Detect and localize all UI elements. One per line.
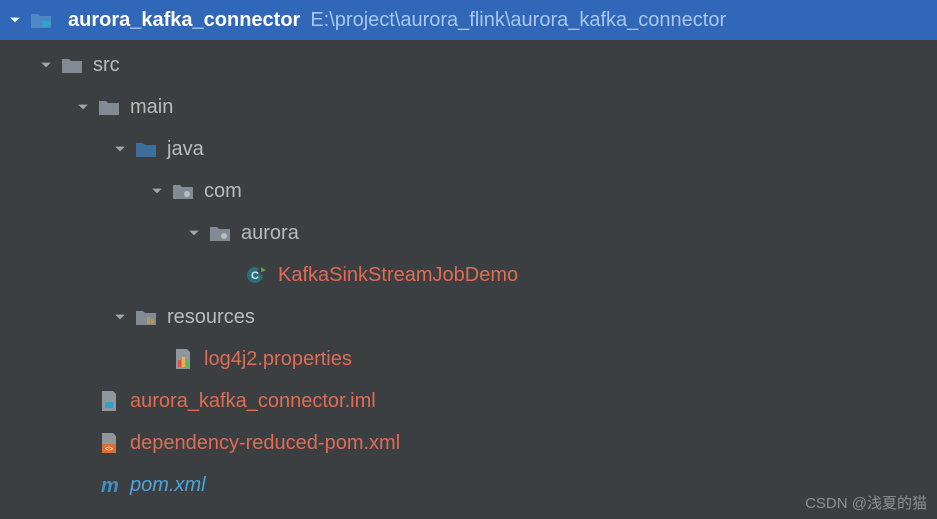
resources-folder-icon [133,306,159,328]
tree-node-com[interactable]: com [0,170,937,212]
node-label: dependency-reduced-pom.xml [130,432,400,455]
node-label: resources [167,306,255,329]
node-label: log4j2.properties [204,348,352,371]
chevron-down-icon [148,182,166,200]
svg-text:<>: <> [105,446,113,453]
tree-node-iml[interactable]: aurora_kafka_connector.iml [0,380,937,422]
package-icon [170,180,196,202]
node-label: pom.xml [130,474,206,497]
node-label: java [167,138,204,161]
project-root-row[interactable]: aurora_kafka_connector E:\project\aurora… [0,0,937,40]
tree-node-dep-pom[interactable]: <> dependency-reduced-pom.xml [0,422,937,464]
folder-icon [96,96,122,118]
tree-node-pom[interactable]: m pom.xml [0,464,937,506]
module-folder-icon [28,9,54,31]
maven-file-icon: m [96,474,122,496]
iml-file-icon [96,390,122,412]
node-label: aurora_kafka_connector.iml [130,390,376,413]
watermark-text: CSDN @浅夏的猫 [805,492,927,513]
source-folder-icon [133,138,159,160]
chevron-down-icon [111,308,129,326]
tree-node-class-kafka[interactable]: C KafkaSinkStreamJobDemo [0,254,937,296]
chevron-down-icon [6,11,24,29]
xml-file-icon: <> [96,432,122,454]
node-label: main [130,96,173,119]
java-class-runnable-icon: C [244,264,270,286]
folder-icon [59,54,85,76]
tree-node-aurora[interactable]: aurora [0,212,937,254]
project-root-path: E:\project\aurora_flink\aurora_kafka_con… [310,9,726,32]
properties-file-icon [170,348,196,370]
chevron-down-icon [111,140,129,158]
node-label: KafkaSinkStreamJobDemo [278,264,518,287]
tree-node-resources[interactable]: resources [0,296,937,338]
node-label: com [204,180,242,203]
tree-node-main[interactable]: main [0,86,937,128]
project-root-name: aurora_kafka_connector [68,9,300,32]
node-label: src [93,54,120,77]
chevron-down-icon [185,224,203,242]
svg-text:m: m [101,475,119,496]
tree-node-src[interactable]: src [0,44,937,86]
tree-node-log4j2[interactable]: log4j2.properties [0,338,937,380]
node-label: aurora [241,222,299,245]
chevron-down-icon [74,98,92,116]
svg-text:C: C [251,270,259,282]
tree-node-java[interactable]: java [0,128,937,170]
package-icon [207,222,233,244]
chevron-down-icon [37,56,55,74]
project-tree: src main java co [0,40,937,506]
